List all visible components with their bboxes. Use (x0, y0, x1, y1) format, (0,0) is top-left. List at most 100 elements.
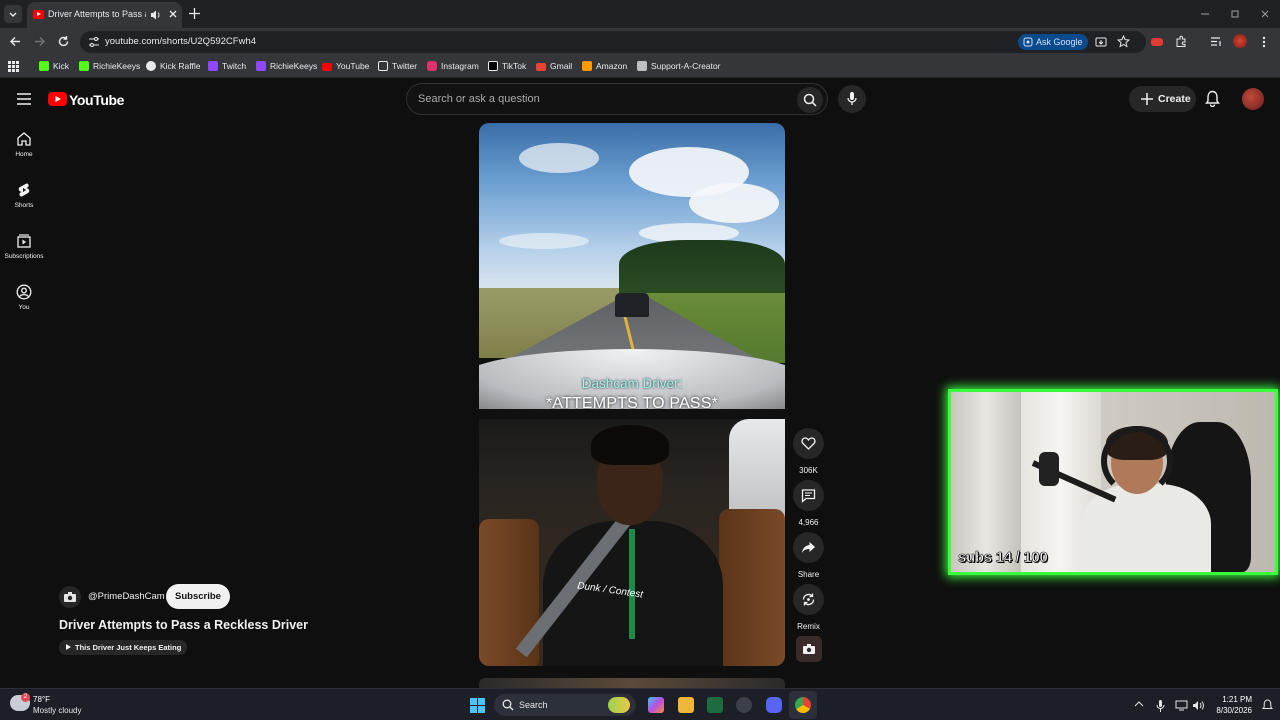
bookmark-amazon[interactable]: Amazon (582, 61, 627, 71)
short-video-player[interactable]: Dashcam Driver: *ATTEMPTS TO PASS* Dunk … (479, 123, 785, 666)
create-button[interactable]: Create (1129, 86, 1196, 112)
headphones-icon (1101, 426, 1173, 496)
tab-search-button[interactable] (4, 5, 22, 23)
notifications-bell-icon[interactable] (1205, 90, 1220, 107)
back-icon[interactable] (9, 35, 22, 48)
amazon-icon (582, 61, 592, 71)
search-icon (502, 699, 514, 711)
taskbar-search[interactable]: Search (494, 694, 636, 716)
bookmark-richiekeeys-twitch[interactable]: RichieKeeys (256, 61, 317, 71)
reload-icon[interactable] (57, 35, 70, 48)
network-icon[interactable] (1175, 700, 1188, 711)
raffle-icon (146, 61, 156, 71)
voice-search-button[interactable] (838, 85, 866, 113)
restore-icon[interactable] (1229, 8, 1241, 20)
extension-record-icon[interactable] (1151, 38, 1163, 46)
clock-time[interactable]: 1:21 PM (1214, 695, 1252, 704)
channel-avatar[interactable] (59, 586, 81, 608)
like-count: 306K (799, 466, 818, 475)
heart-icon (801, 437, 816, 450)
bookmark-kick[interactable]: Kick (39, 61, 69, 71)
search-button[interactable] (797, 87, 823, 113)
sidebar-item-subscriptions[interactable]: Subscriptions (0, 233, 48, 260)
copilot-icon[interactable] (648, 697, 664, 713)
excel-icon[interactable] (707, 697, 723, 713)
windows-start-icon[interactable] (470, 698, 485, 713)
remix-label: Remix (797, 622, 820, 631)
you-icon (16, 284, 32, 300)
notification-bell-icon[interactable] (1262, 699, 1273, 711)
bookmark-richiekeeys-kick[interactable]: RichieKeeys (79, 61, 140, 71)
youtube-logo-text: YouTube (69, 92, 125, 108)
file-explorer-icon[interactable] (678, 697, 694, 713)
next-short-preview[interactable] (479, 678, 785, 688)
suggested-video-chip[interactable]: This Driver Just Keeps Eating (59, 640, 188, 655)
browser-toolbar: youtube.com/shorts/U2Q592CFwh4 (0, 28, 1280, 56)
bookmark-tiktok[interactable]: TikTok (488, 61, 526, 71)
hamburger-menu-icon[interactable] (16, 93, 32, 105)
weather-notification-badge: 2 (21, 693, 30, 702)
clock-date[interactable]: 8/30/2026 (1206, 706, 1252, 715)
discord-icon[interactable] (766, 697, 782, 713)
remix-icon (802, 593, 815, 606)
account-avatar[interactable] (1242, 88, 1264, 110)
install-app-icon[interactable] (1095, 36, 1107, 48)
bookmark-gmail[interactable]: Gmail (536, 61, 572, 71)
x-logo-icon (378, 61, 388, 71)
search-highlight-icon (608, 697, 630, 713)
subscriber-goal-text: subs 14 / 100 (958, 549, 1048, 567)
channel-name[interactable]: @PrimeDashCam (88, 591, 165, 602)
extensions-puzzle-icon[interactable] (1175, 35, 1188, 48)
video-caption-line1: Dashcam Driver: (581, 376, 683, 391)
bookmark-support-a-creator[interactable]: Support-A-Creator (637, 61, 720, 71)
remix-button[interactable]: Remix (793, 584, 824, 631)
ask-google-label: Ask Google (1036, 37, 1083, 47)
volume-icon[interactable] (1192, 700, 1205, 711)
profile-avatar-icon[interactable] (1233, 34, 1247, 48)
search-input[interactable]: Search or ask a question (406, 83, 828, 115)
twitch-icon (208, 61, 218, 71)
channel-sound-button[interactable] (793, 636, 824, 662)
site-info-icon[interactable] (88, 36, 100, 48)
document-icon (637, 61, 647, 71)
youtube-logo[interactable]: YouTube (48, 92, 124, 108)
address-bar[interactable]: youtube.com/shorts/U2Q592CFwh4 (80, 31, 1146, 53)
bookmark-star-icon[interactable] (1117, 35, 1130, 48)
sidebar-item-shorts[interactable]: Shorts (0, 182, 48, 209)
instagram-icon (427, 61, 437, 71)
tab-search-media-icon[interactable] (1210, 36, 1223, 48)
obs-icon[interactable] (736, 697, 752, 713)
bookmark-twitter[interactable]: Twitter (378, 61, 417, 71)
comments-button[interactable]: 4,966 (793, 480, 824, 527)
microphone-icon[interactable] (1156, 700, 1165, 712)
subscribe-button[interactable]: Subscribe (166, 584, 230, 609)
share-button[interactable]: Share (793, 532, 824, 579)
ask-google-button[interactable]: Ask Google (1018, 34, 1088, 50)
bookmark-kick-raffle[interactable]: Kick Raffle (146, 61, 200, 71)
youtube-page: YouTube Search or ask a question Create … (0, 78, 1280, 688)
home-icon (17, 132, 31, 146)
search-placeholder: Search or ask a question (418, 93, 540, 105)
bookmark-instagram[interactable]: Instagram (427, 61, 479, 71)
youtube-icon (322, 63, 332, 71)
browser-tab-active[interactable]: Driver Attempts to Pass a Reckless Drive… (27, 2, 182, 28)
close-window-icon[interactable] (1259, 8, 1271, 20)
bookmark-twitch[interactable]: Twitch (208, 61, 246, 71)
new-tab-icon[interactable] (188, 7, 201, 20)
sidebar-label-home: Home (15, 151, 33, 158)
more-menu-icon[interactable] (1260, 35, 1268, 49)
chrome-taskbar-active[interactable] (789, 691, 817, 719)
comment-count: 4,966 (798, 518, 819, 527)
apps-grid-icon[interactable] (8, 61, 19, 72)
sidebar-item-you[interactable]: You (0, 284, 48, 311)
like-button[interactable]: 306K (793, 428, 824, 475)
video-title[interactable]: Driver Attempts to Pass a Reckless Drive… (59, 618, 308, 632)
sidebar-item-home[interactable]: Home (0, 131, 48, 158)
minimize-icon[interactable] (1199, 8, 1211, 20)
close-tab-icon[interactable] (167, 8, 179, 20)
bookmark-youtube[interactable]: YouTube (322, 61, 369, 71)
speaker-icon[interactable] (150, 9, 162, 21)
chevron-up-icon[interactable] (1134, 700, 1144, 708)
microphone (1039, 452, 1059, 486)
forward-icon[interactable] (33, 35, 46, 48)
